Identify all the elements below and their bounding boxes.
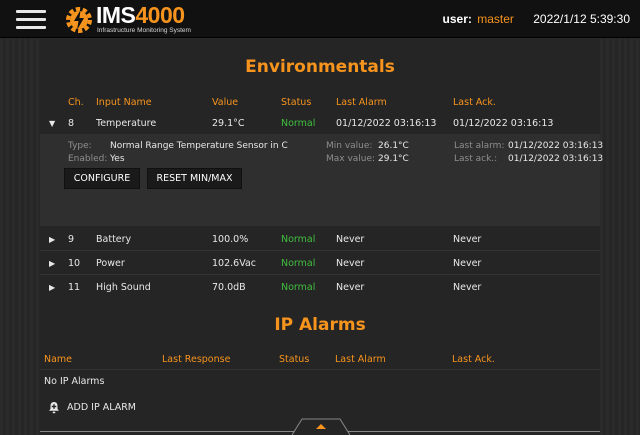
user-name[interactable]: master [477, 12, 514, 26]
reset-min-max-button[interactable]: RESET MIN/MAX [147, 168, 242, 189]
gear-logo-icon [66, 7, 92, 33]
col-header-name[interactable]: Name [44, 354, 72, 365]
row-divider [40, 369, 600, 370]
row-last-ack: 01/12/2022 03:16:13 [453, 118, 554, 129]
row-last-alarm: Never [336, 282, 365, 293]
ims-logo[interactable]: IMS4000 Infrastructure Monitoring System [64, 2, 214, 36]
row-divider [40, 250, 600, 251]
row-last-alarm: Never [336, 258, 365, 269]
detail-last-alarm-value: 01/12/2022 03:16:13 [508, 141, 604, 151]
hamburger-menu-icon[interactable] [16, 10, 46, 30]
row-input-name[interactable]: High Sound [96, 282, 151, 293]
add-ip-alarm-label: ADD IP ALARM [67, 402, 137, 413]
detail-last-alarm-label: Last alarm: [454, 141, 505, 151]
col-header-value[interactable]: Value [212, 97, 238, 108]
row-value: 29.1°C [212, 118, 245, 129]
right-margin [600, 39, 640, 435]
row-ch: 9 [68, 234, 75, 245]
row-last-ack: Never [453, 282, 482, 293]
detail-type-value: Normal Range Temperature Sensor in C [110, 141, 288, 151]
row-last-alarm: Never [336, 234, 365, 245]
environmentals-title: Environmentals [245, 57, 395, 77]
row-status: Normal [281, 282, 316, 293]
col-header-last-response[interactable]: Last Response [162, 354, 230, 365]
logo-ims-text: IMS [96, 2, 136, 28]
row-divider [40, 274, 600, 275]
logo-subtitle: Infrastructure Monitoring System [97, 27, 191, 34]
col-header-last-ack[interactable]: Last Ack. [453, 97, 496, 108]
row-ch: 8 [68, 118, 75, 129]
collapse-triangle-icon[interactable]: ▼ [49, 119, 55, 128]
detail-last-ack-value: 01/12/2022 03:16:13 [508, 154, 604, 164]
detail-max-value: 29.1°C [378, 154, 409, 164]
logo-wordmark: IMS4000 [96, 2, 185, 29]
row-ch: 10 [68, 258, 81, 269]
expand-triangle-icon[interactable]: ▶ [49, 235, 55, 244]
col-header-status[interactable]: Status [279, 354, 309, 365]
col-header-status[interactable]: Status [281, 97, 311, 108]
detail-min-value: 26.1°C [378, 141, 409, 151]
user-area: user: master 2022/1/12 5:39:30 [443, 12, 630, 26]
row-last-ack: Never [453, 234, 482, 245]
row-last-ack: Never [453, 258, 482, 269]
expand-triangle-icon[interactable]: ▶ [49, 259, 55, 268]
row-value: 102.6Vac [212, 258, 257, 269]
row-ch: 11 [68, 282, 81, 293]
logo-number-text: 4000 [135, 2, 185, 28]
no-ip-alarms-text: No IP Alarms [44, 376, 105, 387]
row-input-name[interactable]: Power [96, 258, 125, 269]
user-label: user: [442, 12, 472, 26]
row-status: Normal [281, 258, 316, 269]
scroll-up-tab[interactable] [292, 418, 350, 435]
col-header-last-ack[interactable]: Last Ack. [452, 354, 495, 365]
row-input-name[interactable]: Battery [96, 234, 131, 245]
col-header-ch[interactable]: Ch. [68, 97, 84, 108]
detail-enabled-label: Enabled: [68, 154, 108, 164]
row-value: 70.0dB [212, 282, 246, 293]
row-last-alarm: 01/12/2022 03:16:13 [336, 118, 437, 129]
col-header-last-alarm[interactable]: Last Alarm [335, 354, 386, 365]
ip-alarms-title: IP Alarms [274, 315, 366, 335]
current-datetime: 2022/1/12 5:39:30 [533, 12, 630, 26]
row-value: 100.0% [212, 234, 249, 245]
expand-triangle-icon[interactable]: ▶ [49, 283, 55, 292]
col-header-last-alarm[interactable]: Last Alarm [336, 97, 387, 108]
left-margin [0, 39, 40, 435]
col-header-input-name[interactable]: Input Name [96, 97, 152, 108]
row-status: Normal [281, 118, 316, 129]
detail-last-ack-label: Last ack.: [454, 154, 498, 164]
detail-max-label: Max value: [326, 154, 376, 164]
row-status: Normal [281, 234, 316, 245]
top-header: IMS4000 Infrastructure Monitoring System… [0, 0, 640, 38]
detail-min-label: Min value: [326, 141, 373, 151]
detail-type-label: Type: [68, 141, 92, 151]
detail-enabled-value: Yes [110, 154, 125, 164]
configure-button[interactable]: CONFIGURE [64, 168, 140, 189]
row-input-name[interactable]: Temperature [96, 118, 156, 129]
alarm-bell-icon [49, 402, 59, 414]
